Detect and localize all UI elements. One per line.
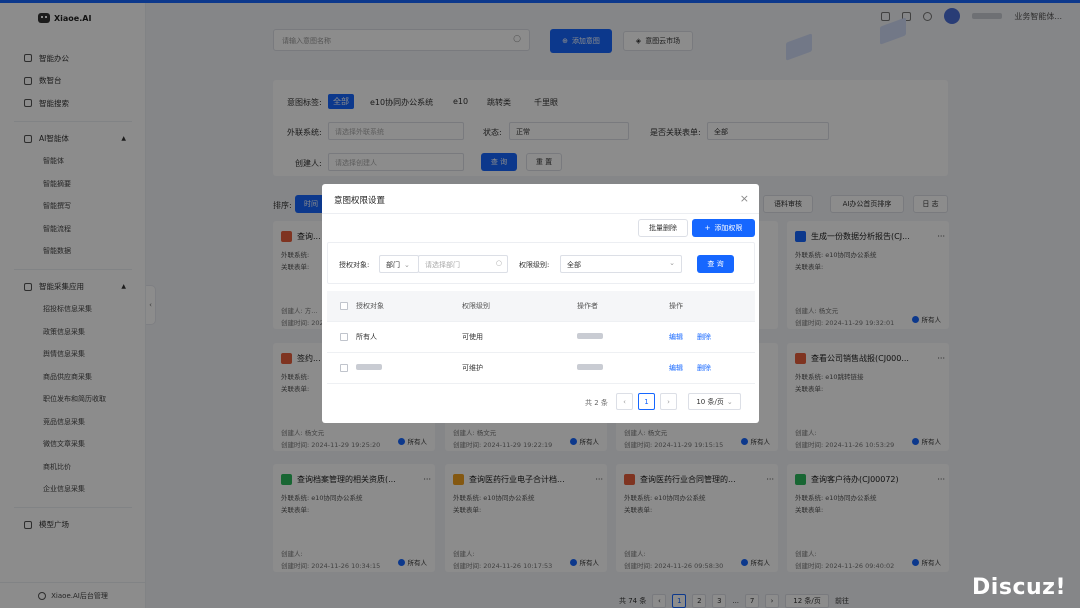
- table-header: 授权对象 权限级别 操作者 操作: [327, 291, 755, 322]
- redacted-operator: [577, 364, 603, 370]
- row-checkbox[interactable]: [340, 364, 348, 372]
- delete-link[interactable]: 删除: [697, 332, 711, 342]
- placeholder: 请选择部门: [425, 261, 460, 269]
- chevron-down-icon: ⌄: [404, 261, 410, 269]
- level-cell: 可维护: [462, 364, 483, 372]
- column-header: 操作者: [577, 302, 598, 310]
- auth-type-select[interactable]: 部门 ⌄: [379, 255, 419, 273]
- level-select[interactable]: 全部 ⌄: [560, 255, 682, 273]
- add-permission-button[interactable]: + 添加权限: [692, 219, 755, 237]
- table-row: 所有人 可使用 编辑 删除: [327, 322, 755, 353]
- level-cell: 可使用: [462, 333, 483, 341]
- total-count: 共 2 条: [585, 399, 608, 407]
- select-all-checkbox[interactable]: [340, 302, 348, 310]
- column-header: 授权对象: [356, 302, 384, 310]
- next-page-button[interactable]: ›: [660, 393, 677, 410]
- button-label: 查 询: [707, 260, 724, 268]
- operator-cell: [577, 333, 669, 341]
- permission-filter: 授权对象: 部门 ⌄ 请选择部门 ○ 权限级别: 全部 ⌄ 查 询: [327, 242, 755, 284]
- level-label: 权限级别:: [519, 261, 550, 269]
- button-label: 批量删除: [649, 224, 677, 232]
- auth-object-cell: [356, 364, 462, 372]
- column-header: 操作: [669, 302, 683, 310]
- operator-cell: [577, 364, 669, 372]
- table-row: 可维护 编辑 删除: [327, 353, 755, 384]
- department-select[interactable]: 请选择部门 ○: [418, 255, 508, 273]
- permission-table: 授权对象 权限级别 操作者 操作 所有人 可使用 编辑 删除 可维护 编辑 删除: [327, 291, 755, 384]
- button-label: 添加权限: [714, 224, 743, 232]
- dialog-title: 意图权限设置: [334, 196, 386, 206]
- selected-value: 全部: [567, 261, 581, 269]
- chevron-down-icon: ⌄: [669, 259, 675, 267]
- selected-value: 10 条/页: [696, 397, 724, 406]
- chevron-down-icon: ⌄: [726, 397, 733, 406]
- page-button[interactable]: 1: [638, 393, 655, 410]
- prev-page-button[interactable]: ‹: [616, 393, 633, 410]
- page-size-select[interactable]: 10 条/页 ⌄: [688, 393, 741, 410]
- watermark: Discuz!: [972, 575, 1066, 600]
- auth-object-cell: 所有人: [356, 333, 377, 341]
- close-icon[interactable]: ×: [740, 192, 749, 205]
- delete-link[interactable]: 删除: [697, 363, 711, 373]
- auth-object-label: 授权对象:: [339, 261, 370, 269]
- column-header: 权限级别: [462, 302, 490, 310]
- redacted-object: [356, 364, 382, 370]
- row-checkbox[interactable]: [340, 333, 348, 341]
- edit-link[interactable]: 编辑: [669, 332, 683, 342]
- batch-delete-button[interactable]: 批量删除: [638, 219, 688, 237]
- redacted-operator: [577, 333, 603, 339]
- search-icon: ○: [495, 259, 502, 267]
- selected-value: 部门: [386, 261, 400, 269]
- edit-link[interactable]: 编辑: [669, 363, 683, 373]
- divider: [322, 213, 759, 214]
- permission-query-button[interactable]: 查 询: [697, 255, 734, 273]
- permission-dialog: 意图权限设置 × 批量删除 + 添加权限 授权对象: 部门 ⌄ 请选择部门 ○ 权限级…: [322, 184, 759, 423]
- plus-icon: +: [704, 224, 711, 232]
